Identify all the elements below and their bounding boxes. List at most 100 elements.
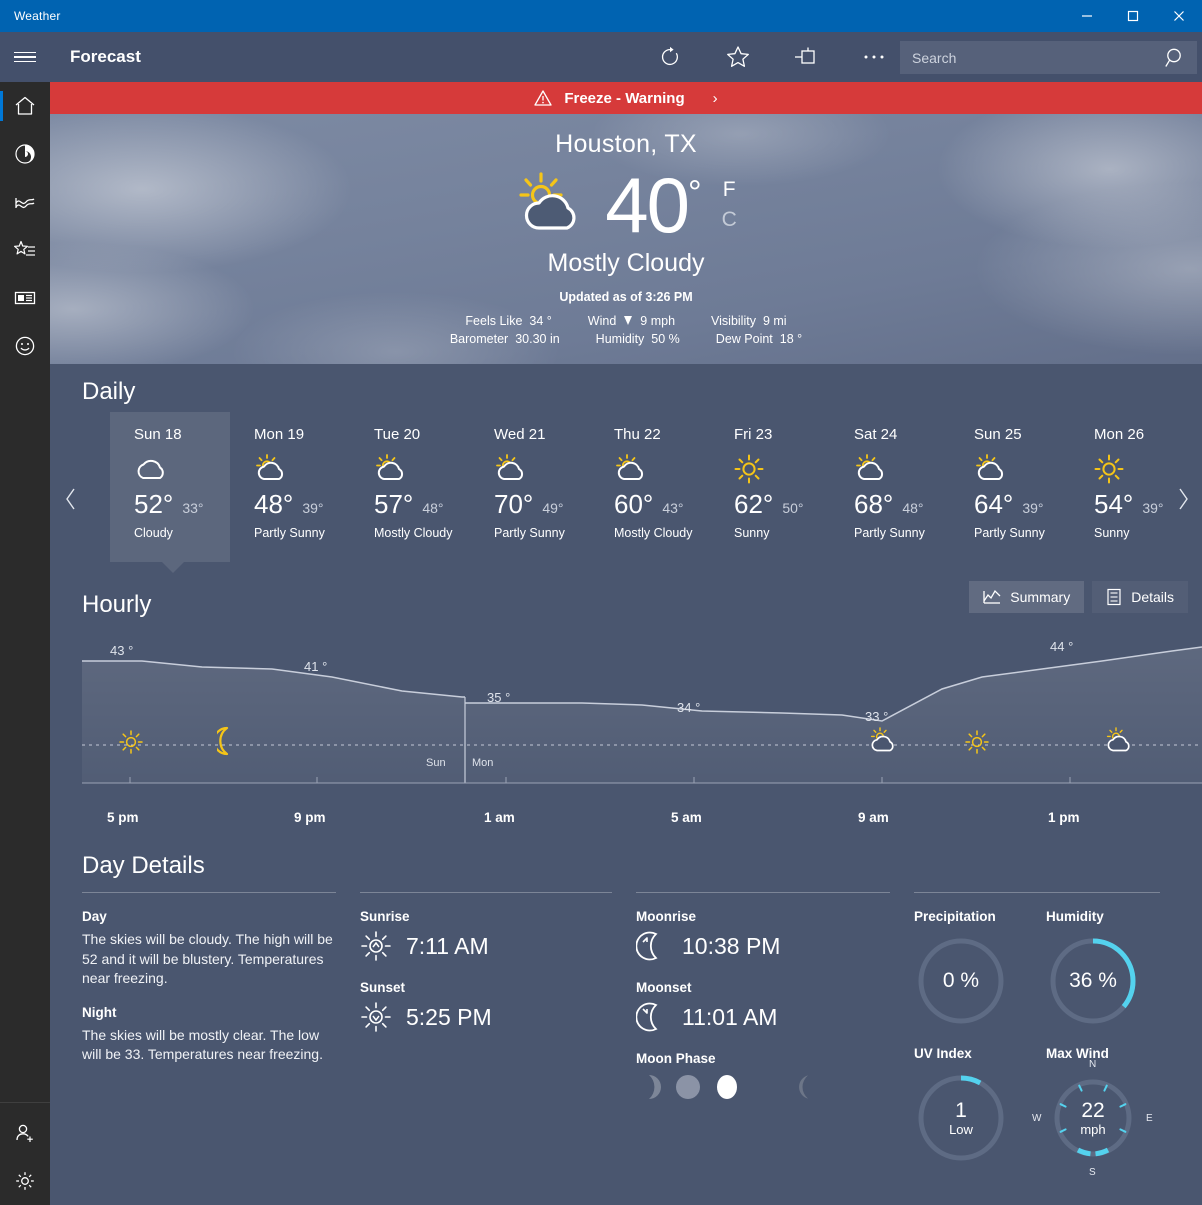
daily-card-7[interactable]: Sun 25 64° 39° Partly Sunny	[950, 412, 1070, 562]
moonrise-value: 10:38 PM	[682, 932, 781, 959]
daily-card-5[interactable]: Fri 23 62° 50° Sunny	[710, 412, 830, 562]
appbar-tools	[636, 32, 908, 82]
daily-day: Mon 19	[254, 426, 305, 443]
daily-high: 60°	[614, 489, 654, 519]
moon-phase-waning-gibbous-icon[interactable]	[636, 1074, 662, 1100]
metric-barometer: Barometer 30.30 in	[450, 332, 560, 346]
sidebar-item-account[interactable]	[0, 1109, 50, 1157]
chart-line-icon	[15, 198, 35, 209]
daily-high: 57°	[374, 489, 414, 519]
sidebar-item-maps[interactable]	[0, 130, 50, 178]
search-placeholder: Search	[912, 49, 957, 66]
daily-card-3[interactable]: Wed 21 70° 49° Partly Sunny	[470, 412, 590, 562]
daily-card-1[interactable]: Mon 19 48° 39° Partly Sunny	[230, 412, 350, 562]
compass-west-label: W	[1032, 1113, 1042, 1124]
day-narrative: Day The skies will be cloudy. The high w…	[82, 909, 336, 989]
favorite-button[interactable]	[704, 32, 772, 82]
sidebar-item-favorites[interactable]	[0, 226, 50, 274]
daily-temps: 57° 48°	[374, 489, 470, 520]
daily-day: Thu 22	[614, 426, 661, 443]
partly-cloudy-day-icon	[515, 171, 589, 239]
daily-day: Mon 26	[1094, 426, 1145, 443]
column-rule	[636, 892, 890, 893]
daily-condition: Sunny	[734, 526, 770, 540]
gauge-row-1: Precipitation 0 % Humidity 36 %	[914, 909, 1160, 1028]
uv-index-sub: Low	[949, 1122, 973, 1137]
sidebar-item-settings[interactable]	[0, 1157, 50, 1205]
partly-sunny-icon	[854, 451, 950, 487]
close-button[interactable]	[1156, 0, 1202, 32]
daily-prev-button[interactable]	[58, 484, 84, 514]
metric-value: 34 °	[529, 314, 552, 328]
x-tick-0: 5 pm	[107, 810, 139, 825]
daily-card-8[interactable]: Mon 26 54° 39° Sunny	[1070, 412, 1190, 562]
sidebar-item-feedback[interactable]	[0, 322, 50, 370]
details-column-sun: Sunrise 7:11 AM Sunset 5:25 PM	[360, 892, 636, 1165]
daily-high: 70°	[494, 489, 534, 519]
moonrise-icon	[636, 931, 658, 961]
moon-phase-waning-icon[interactable]	[675, 1074, 701, 1100]
humidity-gauge: Humidity 36 %	[1046, 909, 1160, 1028]
refresh-button[interactable]	[636, 32, 704, 82]
sidebar-item-home[interactable]	[0, 82, 50, 130]
moon-phase-strip[interactable]	[636, 1074, 890, 1100]
summary-button[interactable]: Summary	[969, 581, 1085, 613]
daily-condition: Sunny	[1094, 526, 1130, 540]
pin-button[interactable]	[772, 32, 840, 82]
hourly-chart[interactable]: 43 ° 41 ° 35 ° 34 ° 33 ° 44 ° Sun Mon	[82, 633, 1202, 808]
more-button[interactable]	[840, 32, 908, 82]
moon-phase-full-icon[interactable]	[714, 1074, 740, 1100]
ellipsis-icon	[864, 55, 884, 59]
partly-sunny-icon	[254, 451, 350, 487]
metric-visibility: Visibility 9 mi	[711, 314, 787, 328]
chart-point-label-3: 34 °	[677, 700, 701, 715]
minimize-button[interactable]	[1064, 0, 1110, 32]
sunset-value: 5:25 PM	[406, 1003, 492, 1030]
humidity-label: Humidity	[1046, 909, 1104, 924]
hourly-view-toggle: Summary Details	[969, 581, 1188, 613]
page-title: Forecast	[70, 47, 141, 66]
chart-point-label-2: 35 °	[487, 690, 511, 705]
alert-chevron-icon[interactable]: ›	[713, 90, 718, 107]
hamburger-icon[interactable]	[0, 32, 50, 82]
max-wind-label: Max Wind	[1046, 1046, 1109, 1061]
night-text: The skies will be mostly clear. The low …	[82, 1026, 323, 1063]
sidebar-item-historical-weather[interactable]	[0, 178, 50, 226]
unit-celsius[interactable]: C	[722, 205, 737, 235]
chart-partly-sunny-icon-1	[1104, 727, 1136, 760]
unit-toggle[interactable]: F C	[722, 175, 737, 236]
metric-value: 9 mph	[640, 314, 676, 328]
daily-card-4[interactable]: Thu 22 60° 43° Mostly Cloudy	[590, 412, 710, 562]
x-tick-3: 5 am	[671, 810, 702, 825]
sidebar	[0, 82, 50, 1205]
daily-card-0[interactable]: Sun 18 52° 33° Cloudy	[110, 412, 230, 573]
gear-icon	[16, 1172, 34, 1190]
column-rule	[360, 892, 612, 893]
moon-phase-waxing-icon[interactable]	[753, 1074, 779, 1100]
metric-value: 9 mi	[762, 314, 787, 328]
chart-point-label-5: 44 °	[1050, 639, 1074, 654]
daily-condition: Partly Sunny	[854, 526, 925, 540]
partly-sunny-icon	[974, 451, 1070, 487]
person-add-icon	[16, 1124, 33, 1142]
daily-condition: Partly Sunny	[254, 526, 325, 540]
partly-sunny-icon	[494, 451, 590, 487]
details-button[interactable]: Details	[1092, 581, 1188, 613]
city-name: Houston, TX	[555, 130, 697, 158]
uv-index-label: UV Index	[914, 1046, 972, 1061]
sidebar-bottom	[0, 1102, 50, 1205]
search-icon[interactable]	[1164, 46, 1188, 70]
sunrise-label: Sunrise	[360, 909, 410, 924]
day-label: Day	[82, 909, 107, 924]
partly-sunny-icon	[614, 451, 710, 487]
unit-fahrenheit[interactable]: F	[722, 175, 737, 205]
daily-card-2[interactable]: Tue 20 57° 48° Mostly Cloudy	[350, 412, 470, 562]
moon-phase-crescent-icon[interactable]	[792, 1074, 818, 1100]
alert-banner[interactable]: Freeze - Warning ›	[50, 82, 1202, 114]
daily-card-6[interactable]: Sat 24 68° 48° Partly Sunny	[830, 412, 950, 562]
search-input[interactable]: Search	[900, 41, 1197, 74]
sidebar-item-news[interactable]	[0, 274, 50, 322]
maximize-button[interactable]	[1110, 0, 1156, 32]
sunrise-row: 7:11 AM	[360, 930, 612, 962]
window-title: Weather	[14, 9, 61, 23]
